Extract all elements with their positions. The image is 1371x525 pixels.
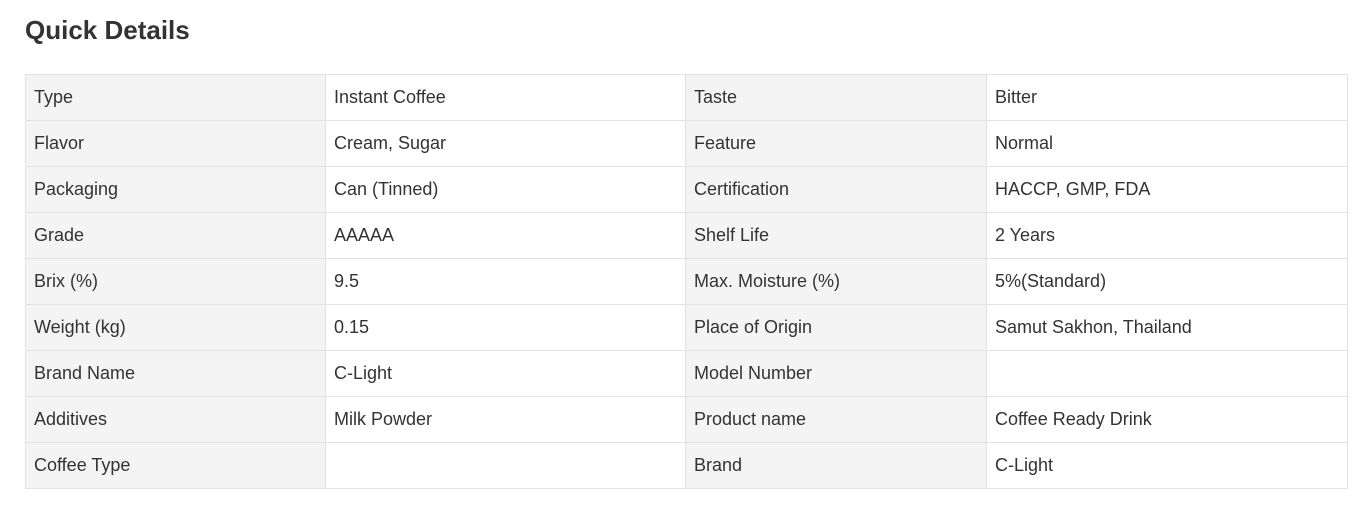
- table-row: Brix (%) 9.5 Max. Moisture (%) 5%(Standa…: [25, 258, 1348, 305]
- table-row: Coffee Type Brand C-Light: [25, 442, 1348, 489]
- attribute-value: [325, 442, 686, 489]
- attribute-label: Place of Origin: [685, 304, 987, 351]
- attribute-label: Weight (kg): [25, 304, 326, 351]
- attribute-label: Coffee Type: [25, 442, 326, 489]
- attribute-value: 2 Years: [986, 212, 1348, 259]
- attribute-label: Shelf Life: [685, 212, 987, 259]
- attribute-value: Can (Tinned): [325, 166, 686, 213]
- attribute-value: Normal: [986, 120, 1348, 167]
- attribute-label: Product name: [685, 396, 987, 443]
- table-row: Packaging Can (Tinned) Certification HAC…: [25, 166, 1348, 213]
- attribute-value: HACCP, GMP, FDA: [986, 166, 1348, 213]
- attribute-value: [986, 350, 1348, 397]
- attribute-label: Max. Moisture (%): [685, 258, 987, 305]
- attribute-value: AAAAA: [325, 212, 686, 259]
- attribute-value: Instant Coffee: [325, 74, 686, 121]
- attribute-label: Certification: [685, 166, 987, 213]
- attribute-label: Taste: [685, 74, 987, 121]
- attribute-value: Cream, Sugar: [325, 120, 686, 167]
- table-row: Type Instant Coffee Taste Bitter: [25, 74, 1348, 121]
- attribute-label: Packaging: [25, 166, 326, 213]
- attribute-value: Bitter: [986, 74, 1348, 121]
- quick-details-table: Type Instant Coffee Taste Bitter Flavor …: [25, 74, 1348, 489]
- attribute-label: Brand Name: [25, 350, 326, 397]
- attribute-value: 5%(Standard): [986, 258, 1348, 305]
- attribute-label: Grade: [25, 212, 326, 259]
- attribute-label: Brix (%): [25, 258, 326, 305]
- attribute-label: Brand: [685, 442, 987, 489]
- attribute-value: Samut Sakhon, Thailand: [986, 304, 1348, 351]
- attribute-label: Additives: [25, 396, 326, 443]
- table-row: Brand Name C-Light Model Number: [25, 350, 1348, 397]
- attribute-value: C-Light: [325, 350, 686, 397]
- attribute-label: Feature: [685, 120, 987, 167]
- attribute-value: 9.5: [325, 258, 686, 305]
- attribute-label: Model Number: [685, 350, 987, 397]
- section-title: Quick Details: [25, 15, 190, 45]
- attribute-value: Milk Powder: [325, 396, 686, 443]
- attribute-label: Flavor: [25, 120, 326, 167]
- table-row: Grade AAAAA Shelf Life 2 Years: [25, 212, 1348, 259]
- attribute-label: Type: [25, 74, 326, 121]
- table-row: Flavor Cream, Sugar Feature Normal: [25, 120, 1348, 167]
- attribute-value: Coffee Ready Drink: [986, 396, 1348, 443]
- quick-details-section: Quick Details Type Instant Coffee Taste …: [0, 0, 1371, 525]
- attribute-value: 0.15: [325, 304, 686, 351]
- attribute-value: C-Light: [986, 442, 1348, 489]
- table-row: Additives Milk Powder Product name Coffe…: [25, 396, 1348, 443]
- table-row: Weight (kg) 0.15 Place of Origin Samut S…: [25, 304, 1348, 351]
